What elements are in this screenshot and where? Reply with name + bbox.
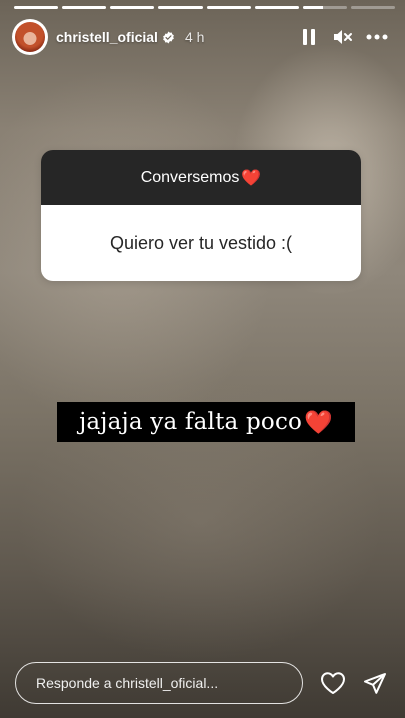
like-button[interactable] <box>315 665 351 701</box>
progress-segment <box>14 6 59 9</box>
question-sticker-header: Conversemos ❤️ <box>41 150 361 205</box>
more-options-icon <box>366 34 388 40</box>
question-sticker[interactable]: Conversemos ❤️ Quiero ver tu vestido :( <box>41 150 361 281</box>
mute-button[interactable] <box>327 21 359 53</box>
verified-badge-icon <box>163 31 174 43</box>
progress-segment <box>158 6 203 9</box>
progress-segment-fill <box>110 6 155 9</box>
question-sticker-body: Quiero ver tu vestido :( <box>41 205 361 281</box>
pause-icon <box>303 29 315 45</box>
heart-emoji: ❤️ <box>304 409 333 436</box>
progress-segment <box>62 6 107 9</box>
speaker-muted-icon <box>334 30 352 44</box>
progress-segment <box>206 6 251 9</box>
caption-text: jajaja ya falta poco <box>79 409 303 435</box>
progress-segment-fill <box>14 6 59 9</box>
question-text: Quiero ver tu vestido :( <box>109 232 293 253</box>
send-icon <box>364 673 387 694</box>
avatar-image <box>15 22 45 52</box>
progress-segment <box>254 6 299 9</box>
progress-segment-fill <box>62 6 107 9</box>
heart-outline-icon <box>321 672 346 694</box>
progress-segment-fill <box>302 6 323 9</box>
story-viewer[interactable]: christell_oficial 4 h Conversemos ❤️ Qui… <box>0 0 405 718</box>
story-progress-bar <box>14 6 395 9</box>
more-options-button[interactable] <box>361 21 393 53</box>
progress-segment-fill <box>206 6 251 9</box>
progress-segment-fill <box>158 6 203 9</box>
heart-emoji: ❤️ <box>241 169 262 187</box>
story-header: christell_oficial 4 h <box>12 18 393 56</box>
question-sticker-title: Conversemos <box>140 168 240 186</box>
progress-segment <box>110 6 155 9</box>
share-button[interactable] <box>357 665 393 701</box>
reply-input[interactable] <box>15 662 304 704</box>
progress-segment <box>350 6 395 9</box>
avatar[interactable] <box>12 19 48 55</box>
account-username[interactable]: christell_oficial <box>56 29 158 45</box>
story-footer <box>15 661 393 705</box>
post-time: 4 h <box>184 29 205 45</box>
story-caption: jajaja ya falta poco ❤️ <box>57 402 355 442</box>
pause-button[interactable] <box>293 21 325 53</box>
progress-segment-fill <box>254 6 299 9</box>
progress-segment <box>302 6 347 9</box>
